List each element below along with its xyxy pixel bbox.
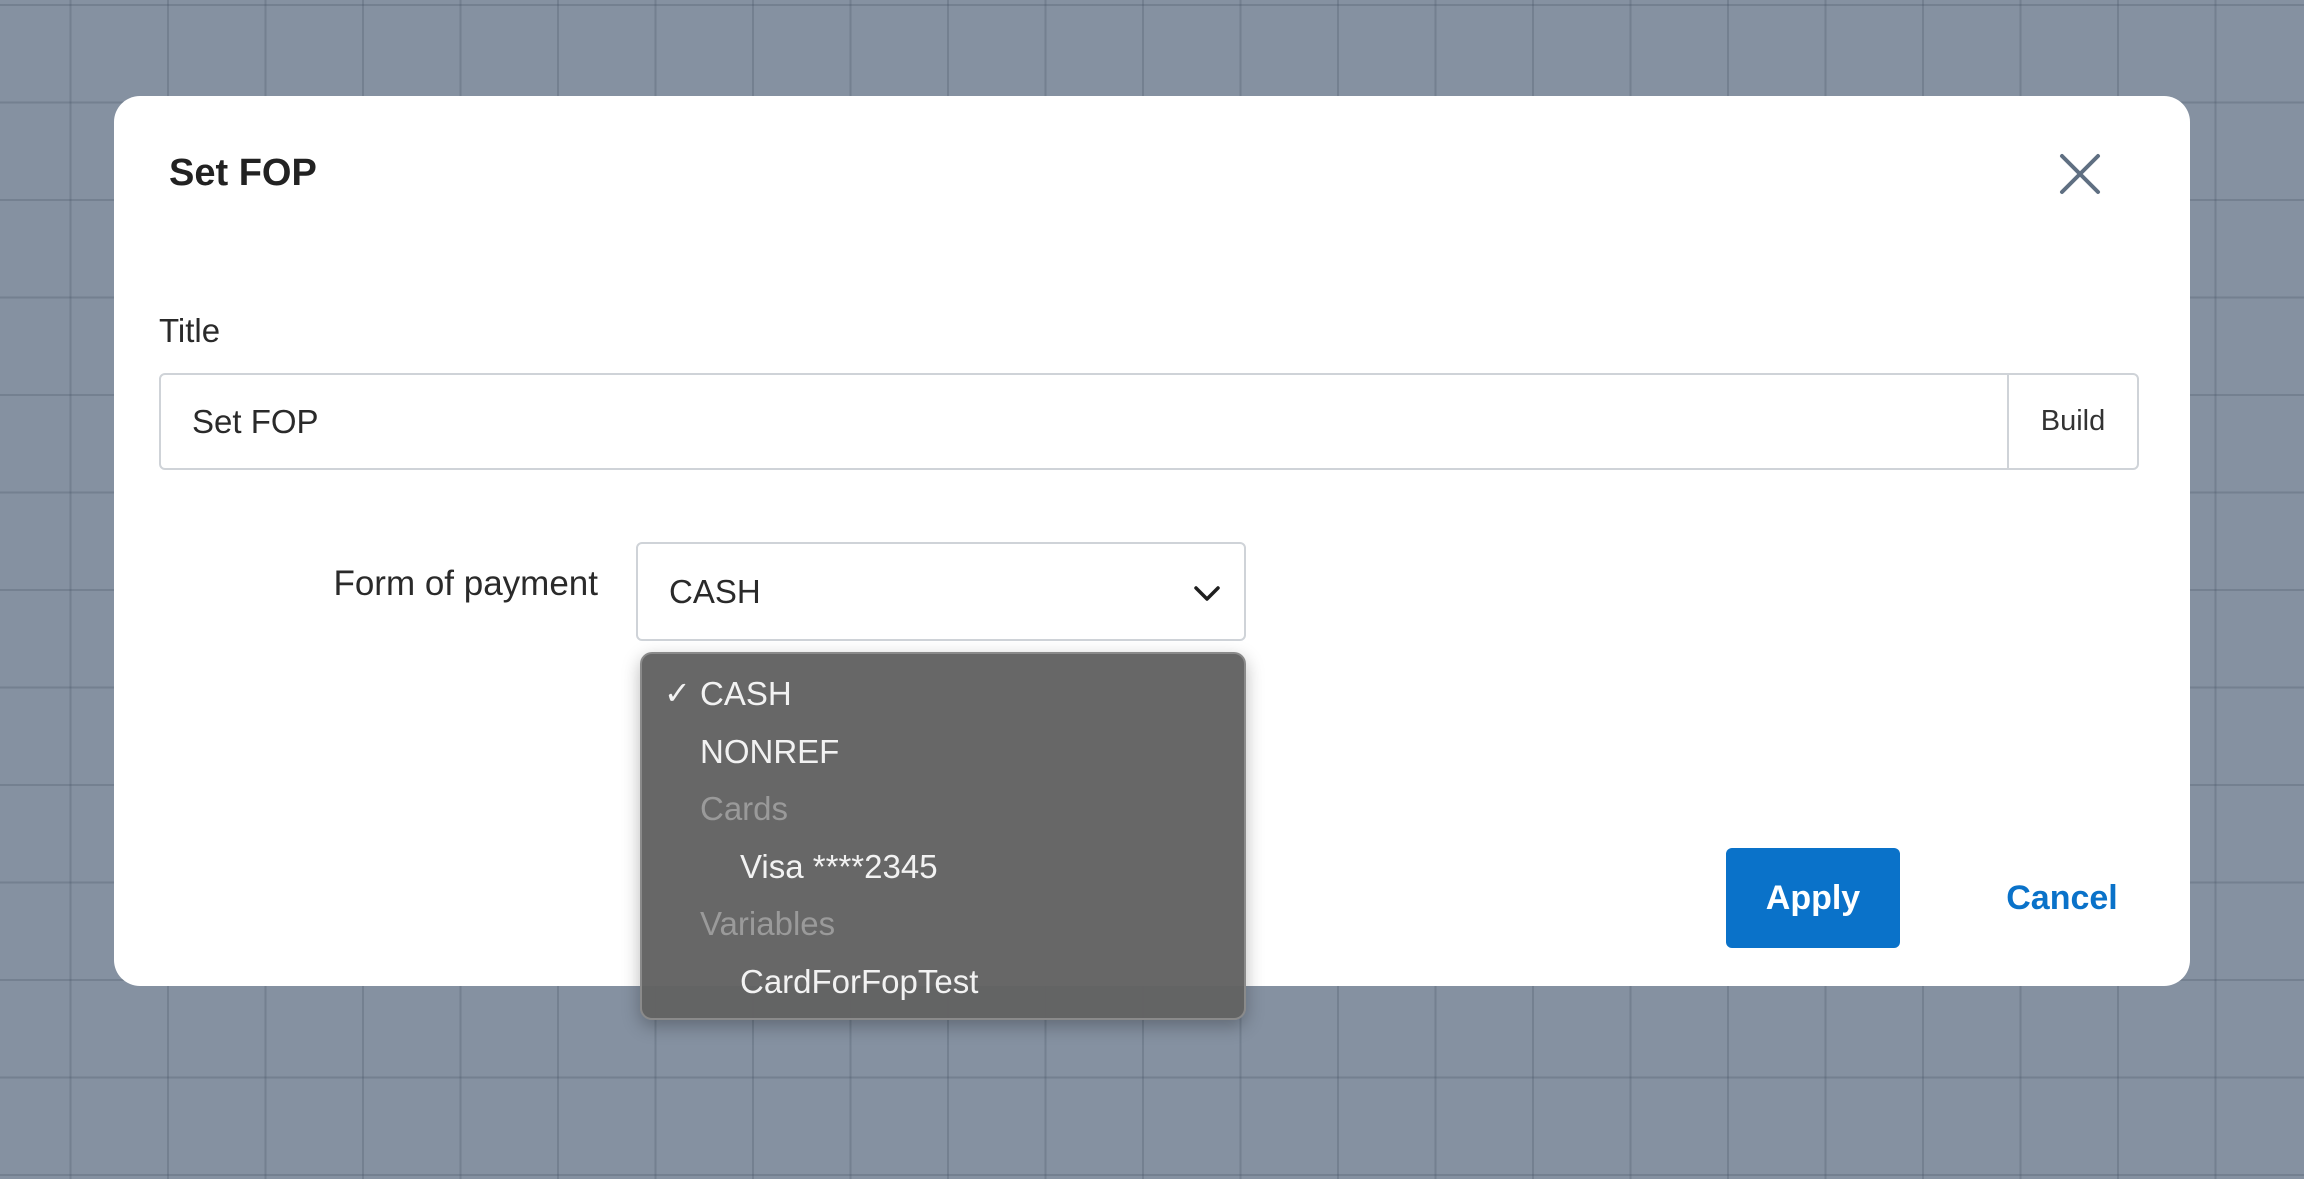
dropdown-group-label: Variables — [700, 905, 836, 942]
dropdown-group-header-variables: Variables — [642, 895, 1244, 953]
dropdown-group-label: Cards — [700, 790, 789, 827]
form-of-payment-dropdown-menu: ✓ CASH NONREF Cards Visa ****2345 Variab… — [640, 652, 1246, 1020]
dropdown-option-label: NONREF — [700, 732, 840, 770]
build-button[interactable]: Build — [2007, 375, 2137, 468]
dialog-title: Set FOP — [169, 152, 317, 194]
form-of-payment-selected-value: CASH — [669, 572, 761, 610]
dropdown-option-card-for-fop-test[interactable]: CardForFopTest — [642, 953, 1244, 1011]
dropdown-option-label: CASH — [700, 675, 792, 712]
cancel-button[interactable]: Cancel — [1982, 848, 2142, 948]
dropdown-option-nonref[interactable]: NONREF — [642, 723, 1244, 781]
title-input[interactable] — [161, 375, 2007, 468]
dropdown-group-header-cards: Cards — [642, 780, 1244, 838]
dropdown-option-label: CardForFopTest — [740, 962, 979, 1000]
apply-button[interactable]: Apply — [1726, 848, 1900, 948]
dropdown-option-cash[interactable]: ✓ CASH — [642, 665, 1244, 723]
title-field: Build — [159, 373, 2139, 470]
checkmark-icon: ✓ — [664, 675, 691, 711]
dropdown-option-visa-card[interactable]: Visa ****2345 — [642, 838, 1244, 896]
dropdown-option-label: Visa ****2345 — [740, 847, 938, 885]
close-icon-glyph — [2060, 154, 2100, 194]
close-icon[interactable] — [2056, 150, 2104, 198]
title-field-label: Title — [159, 312, 221, 349]
form-of-payment-label: Form of payment — [333, 564, 598, 603]
form-of-payment-select[interactable]: CASH — [636, 542, 1246, 641]
chevron-down-icon — [1194, 586, 1220, 601]
